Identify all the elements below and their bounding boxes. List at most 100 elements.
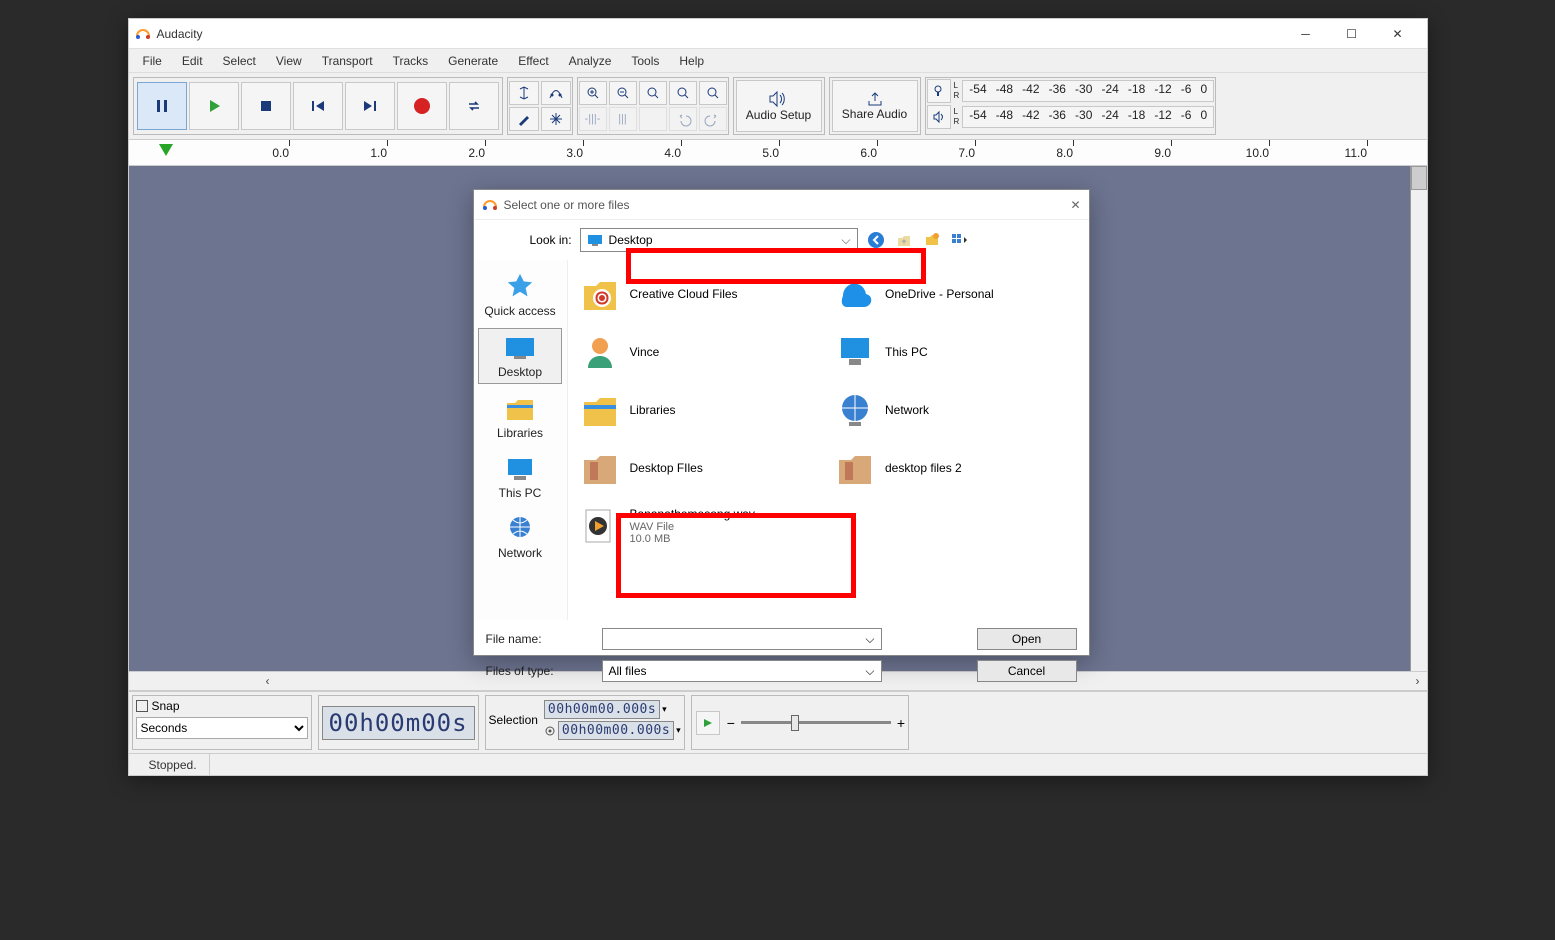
place-desktop[interactable]: Desktop <box>478 328 562 384</box>
envelope-tool[interactable] <box>541 81 571 105</box>
file-item[interactable]: Desktop FIles <box>578 440 824 496</box>
menu-view[interactable]: View <box>266 51 312 71</box>
open-button[interactable]: Open <box>977 628 1077 650</box>
snap-unit-select[interactable]: Seconds <box>136 717 308 739</box>
up-button[interactable] <box>894 230 914 250</box>
menu-generate[interactable]: Generate <box>438 51 508 71</box>
loop-button[interactable] <box>449 82 499 130</box>
snap-checkbox[interactable]: Snap <box>136 699 308 713</box>
place-network[interactable]: Network <box>478 510 562 564</box>
place-libraries[interactable]: Libraries <box>478 390 562 444</box>
zoom-toggle-button[interactable] <box>699 81 727 105</box>
file-item[interactable]: Vince <box>578 324 824 380</box>
skip-start-button[interactable] <box>293 82 343 130</box>
speaker-icon <box>768 90 790 108</box>
toolbar-row: -|||- ||| Audio Setup Share Audio <box>129 73 1427 140</box>
place-quick-access[interactable]: Quick access <box>478 268 562 322</box>
app-logo-icon <box>135 26 151 42</box>
silence-button[interactable]: ||| <box>609 107 637 131</box>
record-button[interactable] <box>397 82 447 130</box>
back-button[interactable] <box>866 230 886 250</box>
lr-label: LR <box>954 81 960 101</box>
play-button[interactable] <box>189 82 239 130</box>
timeline-ruler[interactable]: 0.0 1.0 2.0 3.0 4.0 5.0 6.0 7.0 8.0 9.0 … <box>129 140 1427 166</box>
pause-button[interactable] <box>137 82 187 130</box>
lookin-dropdown[interactable]: Desktop ⌵ <box>580 228 858 252</box>
menu-tools[interactable]: Tools <box>621 51 669 71</box>
file-item-wav[interactable]: Bananathemesong.wavWAV File10.0 MB <box>578 498 824 554</box>
audio-setup-toolbar: Audio Setup <box>733 77 825 135</box>
scroll-left-button[interactable]: ‹ <box>259 672 277 690</box>
time-display[interactable]: 00h00m00s <box>322 706 475 740</box>
transport-toolbar <box>133 77 503 135</box>
filetype-dropdown[interactable]: All files⌵ <box>602 660 882 682</box>
places-bar: Quick access Desktop Libraries This PC N… <box>474 260 568 620</box>
chevron-down-icon: ⌵ <box>865 664 874 679</box>
selection-end[interactable]: 00h00m00.000s <box>558 721 674 740</box>
place-this-pc[interactable]: This PC <box>478 450 562 504</box>
lookin-label: Look in: <box>530 233 572 247</box>
trim-button[interactable]: -|||- <box>579 107 607 131</box>
redo-button[interactable] <box>699 107 727 131</box>
time-panel: 00h00m00s <box>318 695 479 750</box>
multi-tool[interactable] <box>541 107 571 131</box>
play-meter-icon[interactable] <box>927 105 951 129</box>
menu-edit[interactable]: Edit <box>172 51 213 71</box>
selection-tool[interactable] <box>509 81 539 105</box>
dialog-title: Select one or more files <box>504 198 1071 212</box>
monitor-icon <box>587 234 603 246</box>
share-audio-button[interactable]: Share Audio <box>832 80 918 132</box>
menu-file[interactable]: File <box>133 51 172 71</box>
stop-button[interactable] <box>241 82 291 130</box>
title-bar: Audacity ─ ☐ ✕ <box>129 19 1427 49</box>
file-item[interactable]: Network <box>833 382 1079 438</box>
share-label: Share Audio <box>842 107 907 121</box>
menu-help[interactable]: Help <box>669 51 714 71</box>
speed-slider[interactable] <box>741 721 891 724</box>
menu-analyze[interactable]: Analyze <box>559 51 622 71</box>
audio-setup-label: Audio Setup <box>746 108 811 122</box>
dialog-close-button[interactable]: ✕ <box>1070 198 1080 212</box>
close-button[interactable]: ✕ <box>1375 19 1421 49</box>
scroll-right-button[interactable]: › <box>1409 672 1427 690</box>
fit-selection-button[interactable] <box>639 81 667 105</box>
view-menu-button[interactable] <box>950 230 970 250</box>
undo-button[interactable] <box>669 107 697 131</box>
menu-effect[interactable]: Effect <box>508 51 558 71</box>
zoom-out-button[interactable] <box>609 81 637 105</box>
play-meter[interactable]: -54-48-42-36-30-24-18-12-60 <box>962 106 1214 128</box>
gear-icon[interactable] <box>544 725 556 737</box>
file-list[interactable]: Creative Cloud Files OneDrive - Personal… <box>568 260 1089 620</box>
zoom-in-button[interactable] <box>579 81 607 105</box>
tools-toolbar <box>507 77 573 135</box>
record-icon <box>414 98 430 114</box>
file-item[interactable]: Creative Cloud Files <box>578 266 824 322</box>
dialog-bottom: File name: ⌵ Open Files of type: All fil… <box>474 620 1089 694</box>
skip-end-button[interactable] <box>345 82 395 130</box>
file-item[interactable]: OneDrive - Personal <box>833 266 1079 322</box>
new-folder-button[interactable] <box>922 230 942 250</box>
minimize-button[interactable]: ─ <box>1283 19 1329 49</box>
lr-label2: LR <box>954 107 960 127</box>
vertical-scrollbar[interactable] <box>1410 166 1427 671</box>
filetype-label: Files of type: <box>486 664 596 678</box>
play-at-speed-button[interactable] <box>696 711 720 735</box>
filename-input[interactable]: ⌵ <box>602 628 882 650</box>
selection-start[interactable]: 00h00m00.000s <box>544 700 660 719</box>
menu-select[interactable]: Select <box>213 51 266 71</box>
file-item[interactable]: Libraries <box>578 382 824 438</box>
menu-tracks[interactable]: Tracks <box>383 51 439 71</box>
audio-setup-button[interactable]: Audio Setup <box>736 80 822 132</box>
cancel-button[interactable]: Cancel <box>977 660 1077 682</box>
maximize-button[interactable]: ☐ <box>1329 19 1375 49</box>
window-title: Audacity <box>157 27 1283 41</box>
file-item[interactable]: This PC <box>833 324 1079 380</box>
record-meter-icon[interactable] <box>927 79 951 103</box>
fit-project-button[interactable] <box>669 81 697 105</box>
menu-transport[interactable]: Transport <box>312 51 383 71</box>
record-meter[interactable]: -54-48-42-36-30-24-18-12-60 <box>962 80 1214 102</box>
file-item[interactable]: desktop files 2 <box>833 440 1079 496</box>
draw-tool[interactable] <box>509 107 539 131</box>
bottom-toolbar: Snap Seconds 00h00m00s Selection 00h00m0… <box>129 691 1427 753</box>
selection-label: Selection <box>489 713 538 727</box>
